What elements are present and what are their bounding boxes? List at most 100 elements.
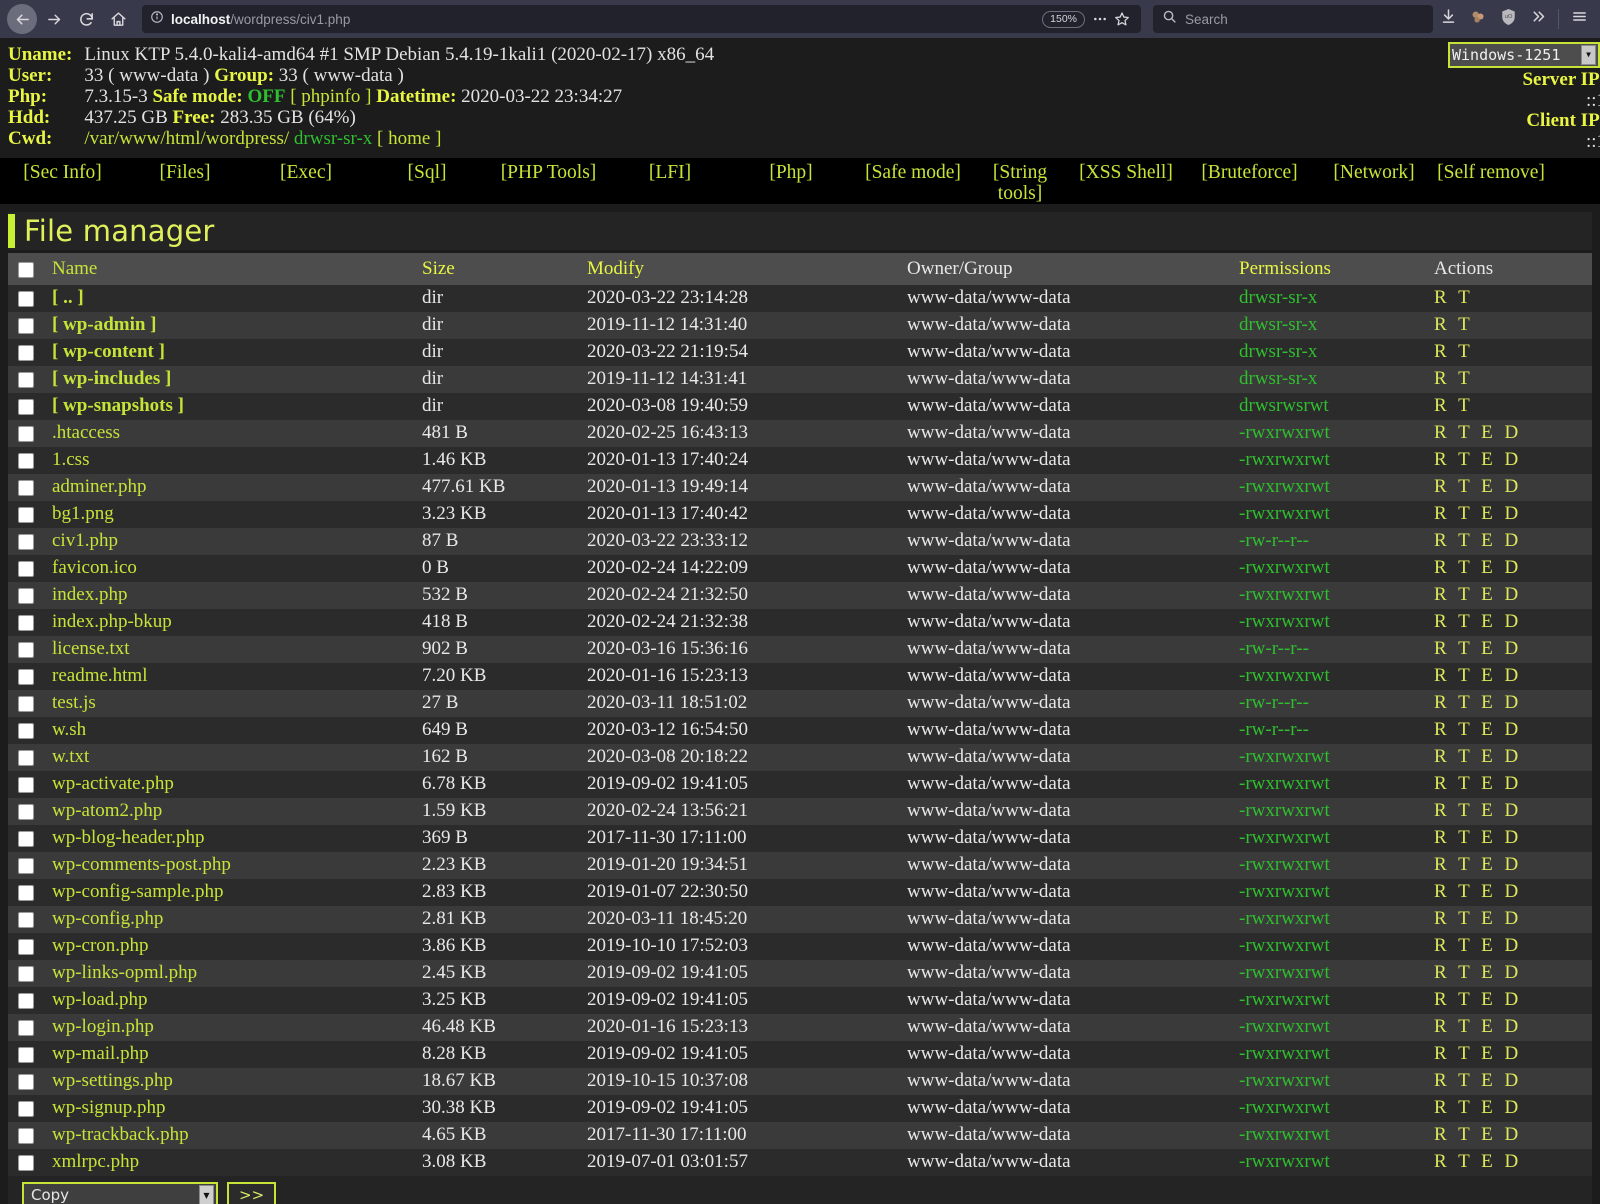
row-checkbox[interactable] <box>18 804 34 820</box>
forward-button[interactable] <box>39 4 69 34</box>
chevron-down-icon[interactable]: ▼ <box>199 1185 214 1204</box>
file-permissions[interactable]: -rwxrwxrwt <box>1239 1041 1434 1068</box>
row-select-cell[interactable] <box>8 771 52 798</box>
row-checkbox[interactable] <box>18 993 34 1009</box>
ublock-button[interactable]: uO <box>1493 4 1523 34</box>
file-actions[interactable]: R T E D <box>1434 933 1592 960</box>
row-select-cell[interactable] <box>8 1068 52 1095</box>
row-select-cell[interactable] <box>8 393 52 420</box>
file-permissions[interactable]: -rw-r--r-- <box>1239 690 1434 717</box>
file-name-link[interactable]: wp-comments-post.php <box>52 852 422 879</box>
row-checkbox[interactable] <box>18 1074 34 1090</box>
file-permissions[interactable]: -rwxrwxrwt <box>1239 1149 1434 1176</box>
row-checkbox[interactable] <box>18 1128 34 1144</box>
row-select-cell[interactable] <box>8 285 52 312</box>
nav-item-safe-mode[interactable]: [Safe mode] <box>852 162 974 183</box>
row-checkbox[interactable] <box>18 939 34 955</box>
file-permissions[interactable]: -rwxrwxrwt <box>1239 825 1434 852</box>
row-select-cell[interactable] <box>8 744 52 771</box>
file-permissions[interactable]: -rwxrwxrwt <box>1239 879 1434 906</box>
row-checkbox[interactable] <box>18 723 34 739</box>
file-permissions[interactable]: drwsrwsrwt <box>1239 393 1434 420</box>
row-checkbox[interactable] <box>18 507 34 523</box>
row-select-cell[interactable] <box>8 555 52 582</box>
select-all-checkbox[interactable] <box>18 262 34 278</box>
row-select-cell[interactable] <box>8 447 52 474</box>
row-select-cell[interactable] <box>8 690 52 717</box>
back-button[interactable] <box>7 4 37 34</box>
file-actions[interactable]: R T E D <box>1434 825 1592 852</box>
row-checkbox[interactable] <box>18 318 34 334</box>
row-checkbox[interactable] <box>18 399 34 415</box>
file-name-link[interactable]: wp-settings.php <box>52 1068 422 1095</box>
file-actions[interactable]: R T E D <box>1434 663 1592 690</box>
file-actions[interactable]: R T E D <box>1434 1041 1592 1068</box>
row-checkbox[interactable] <box>18 777 34 793</box>
row-select-cell[interactable] <box>8 609 52 636</box>
file-actions[interactable]: R T E D <box>1434 771 1592 798</box>
file-actions[interactable]: R T E D <box>1434 879 1592 906</box>
file-permissions[interactable]: -rwxrwxrwt <box>1239 474 1434 501</box>
row-select-cell[interactable] <box>8 1095 52 1122</box>
row-checkbox[interactable] <box>18 966 34 982</box>
file-name-link[interactable]: wp-atom2.php <box>52 798 422 825</box>
row-checkbox[interactable] <box>18 1101 34 1117</box>
row-checkbox[interactable] <box>18 696 34 712</box>
row-select-cell[interactable] <box>8 312 52 339</box>
file-name-link[interactable]: index.php <box>52 582 422 609</box>
file-name-link[interactable]: wp-cron.php <box>52 933 422 960</box>
file-actions[interactable]: R T E D <box>1434 474 1592 501</box>
file-name-link[interactable]: w.sh <box>52 717 422 744</box>
row-select-cell[interactable] <box>8 474 52 501</box>
row-select-cell[interactable] <box>8 852 52 879</box>
column-header-permissions[interactable]: Permissions <box>1239 253 1434 285</box>
directory-name-link[interactable]: [ wp-admin ] <box>52 312 422 339</box>
file-name-link[interactable]: readme.html <box>52 663 422 690</box>
file-permissions[interactable]: -rwxrwxrwt <box>1239 663 1434 690</box>
file-actions[interactable]: R T <box>1434 339 1592 366</box>
file-permissions[interactable]: -rwxrwxrwt <box>1239 501 1434 528</box>
file-name-link[interactable]: wp-config-sample.php <box>52 879 422 906</box>
row-checkbox[interactable] <box>18 615 34 631</box>
row-checkbox[interactable] <box>18 291 34 307</box>
row-select-cell[interactable] <box>8 663 52 690</box>
row-select-cell[interactable] <box>8 960 52 987</box>
file-actions[interactable]: R T E D <box>1434 1122 1592 1149</box>
more-actions-icon[interactable] <box>1089 8 1111 30</box>
file-actions[interactable]: R T E D <box>1434 852 1592 879</box>
file-name-link[interactable]: adminer.php <box>52 474 422 501</box>
row-checkbox[interactable] <box>18 480 34 496</box>
column-header-owner-group[interactable]: Owner/Group <box>907 253 1239 285</box>
row-checkbox[interactable] <box>18 750 34 766</box>
search-input[interactable]: Search <box>1185 12 1228 27</box>
submit-button[interactable]: >> <box>227 1182 276 1204</box>
file-name-link[interactable]: civ1.php <box>52 528 422 555</box>
file-name-link[interactable]: license.txt <box>52 636 422 663</box>
bulk-action-select[interactable]: Copy ▼ <box>22 1182 218 1204</box>
file-actions[interactable]: R T <box>1434 366 1592 393</box>
nav-item-lfi[interactable]: [LFI] <box>610 162 730 183</box>
file-permissions[interactable]: -rw-r--r-- <box>1239 717 1434 744</box>
file-permissions[interactable]: -rwxrwxrwt <box>1239 1122 1434 1149</box>
nav-item-network[interactable]: [Network] <box>1313 162 1435 183</box>
directory-name-link[interactable]: [ .. ] <box>52 285 422 312</box>
file-name-link[interactable]: xmlrpc.php <box>52 1149 422 1176</box>
file-permissions[interactable]: drwsr-sr-x <box>1239 312 1434 339</box>
row-checkbox[interactable] <box>18 588 34 604</box>
file-actions[interactable]: R T E D <box>1434 555 1592 582</box>
nav-item-files[interactable]: [Files] <box>125 162 245 183</box>
file-actions[interactable]: R T E D <box>1434 1149 1592 1176</box>
home-link[interactable]: [ home ] <box>377 128 441 149</box>
row-select-cell[interactable] <box>8 906 52 933</box>
file-permissions[interactable]: -rwxrwxrwt <box>1239 555 1434 582</box>
extension-button[interactable] <box>1463 4 1493 34</box>
file-name-link[interactable]: wp-blog-header.php <box>52 825 422 852</box>
file-name-link[interactable]: index.php-bkup <box>52 609 422 636</box>
nav-item-sec-info[interactable]: [Sec Info] <box>0 162 125 183</box>
file-permissions[interactable]: -rwxrwxrwt <box>1239 1095 1434 1122</box>
file-actions[interactable]: R T <box>1434 312 1592 339</box>
star-bookmark-icon[interactable] <box>1111 8 1133 30</box>
row-select-cell[interactable] <box>8 420 52 447</box>
file-permissions[interactable]: -rwxrwxrwt <box>1239 933 1434 960</box>
file-permissions[interactable]: -rwxrwxrwt <box>1239 1014 1434 1041</box>
